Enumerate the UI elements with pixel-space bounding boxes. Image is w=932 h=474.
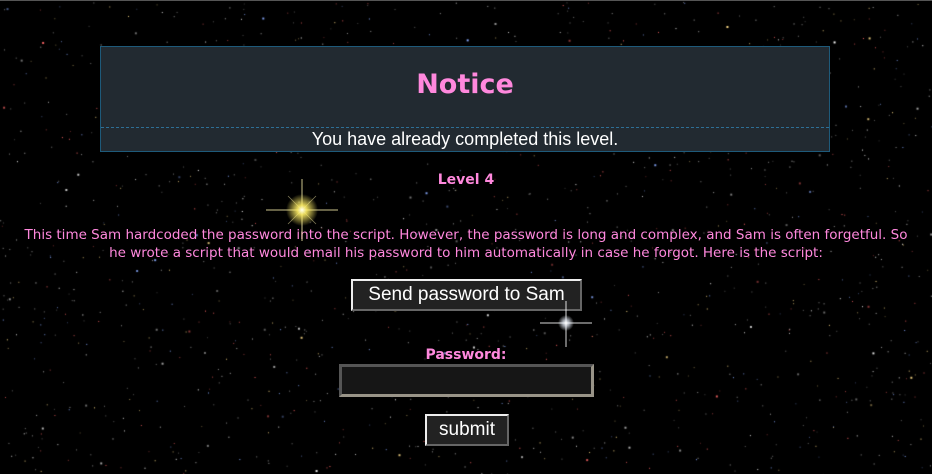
- notice-divider: [101, 127, 829, 128]
- notice-message: You have already completed this level.: [311, 129, 619, 149]
- notice-box: Notice You have already completed this l…: [100, 46, 830, 152]
- submit-button[interactable]: submit: [425, 414, 509, 446]
- password-input[interactable]: [339, 364, 594, 397]
- notice-title: Notice: [416, 69, 514, 100]
- send-password-button[interactable]: Send password to Sam: [351, 279, 582, 311]
- level-description: This time Sam hardcoded the password int…: [24, 227, 908, 261]
- page-content: Notice You have already completed this l…: [0, 1, 932, 474]
- level-title: Level 4: [437, 172, 495, 188]
- password-label: Password:: [425, 347, 507, 363]
